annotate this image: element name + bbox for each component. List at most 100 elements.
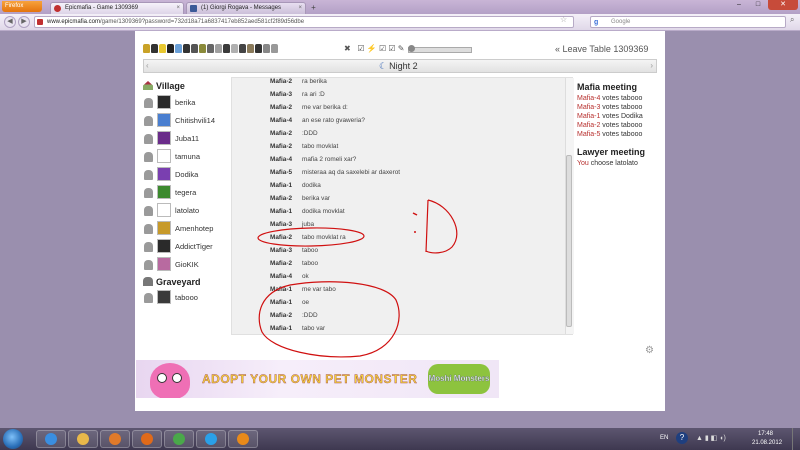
skype-taskbar-button[interactable]	[196, 430, 226, 448]
message-text: oe	[302, 299, 310, 306]
firefox-menu-button[interactable]: Firefox	[2, 1, 42, 12]
checkbox-icon[interactable]: ☑	[388, 44, 395, 53]
tab-facebook-messages[interactable]: (1) Giorgi Rogava - Messages ×	[186, 2, 306, 14]
start-button[interactable]	[3, 429, 23, 449]
voter-name: Mafia-5	[577, 131, 601, 138]
villager-role-icon[interactable]	[215, 44, 222, 53]
star-icon[interactable]	[159, 44, 166, 53]
forward-button[interactable]: ▶	[18, 16, 30, 28]
villager-role-icon[interactable]	[231, 44, 238, 53]
unknown-role-icon	[144, 170, 153, 180]
firefox-taskbar-button[interactable]	[132, 430, 162, 448]
hat-icon[interactable]	[167, 44, 174, 53]
site-identity-icon[interactable]	[37, 19, 43, 25]
avatar[interactable]	[157, 131, 171, 145]
player-name[interactable]: GioKIK	[175, 260, 199, 269]
vote-entry: Mafia-2 votes tabooo	[577, 121, 642, 130]
gear-icon[interactable]: ⚙	[645, 345, 654, 356]
tab-epicmafia[interactable]: Epicmafia - Game 1309369 ×	[50, 2, 184, 14]
player-name[interactable]: tabooo	[175, 293, 198, 302]
close-tab-icon[interactable]: ×	[176, 3, 180, 14]
back-button[interactable]: ◀	[4, 16, 16, 28]
system-tray-icons[interactable]: ▲ ▮ ◧ ◖)	[696, 434, 726, 442]
player-name[interactable]: Amenhotep	[175, 224, 213, 233]
message-author: Mafia-1	[270, 182, 293, 189]
player-name[interactable]: latolato	[175, 206, 199, 215]
soldier-role-icon[interactable]	[199, 44, 206, 53]
chat-message: Mafia-3 juba	[232, 218, 562, 231]
new-tab-button[interactable]: +	[308, 3, 319, 13]
close-tab-icon[interactable]: ×	[298, 3, 302, 14]
avatar[interactable]	[157, 257, 171, 271]
message-text: :DDD	[302, 130, 318, 137]
lawyer-role-icon[interactable]	[247, 44, 254, 53]
chat-message: Mafia-2 taboo	[232, 257, 562, 270]
avatar[interactable]	[157, 149, 171, 163]
avatar[interactable]	[157, 95, 171, 109]
mafia-role-icon[interactable]	[239, 44, 246, 53]
tools-icon[interactable]: ✖	[344, 44, 351, 53]
mafia-role-icon[interactable]	[183, 44, 190, 53]
game-settings-icons: ✖ ☑ ⚡ ☑ ☑ ✎	[344, 44, 405, 53]
chrome-taskbar-button[interactable]	[164, 430, 194, 448]
minimize-button[interactable]: –	[730, 0, 748, 10]
media-player-taskbar-button[interactable]	[100, 430, 130, 448]
leave-table-link[interactable]: « Leave Table 1309369	[555, 44, 648, 54]
player-name[interactable]: Juba11	[175, 134, 199, 143]
message-text: ra berika	[302, 78, 327, 85]
search-magnifier-icon[interactable]: ⌕	[790, 15, 794, 25]
bookmark-star-icon[interactable]: ☆	[560, 15, 567, 24]
help-icon[interactable]: ?	[676, 432, 688, 444]
close-window-button[interactable]: ✕	[768, 0, 798, 10]
clock-time[interactable]: 17:48	[758, 431, 773, 437]
chrome-icon	[173, 433, 185, 445]
avatar[interactable]	[157, 221, 171, 235]
avatar[interactable]	[157, 185, 171, 199]
player-name[interactable]: tamuna	[175, 152, 200, 161]
villager-role-icon[interactable]	[271, 44, 278, 53]
pencil-icon[interactable]: ✎	[398, 44, 405, 53]
language-indicator[interactable]: EN	[660, 435, 668, 441]
player-name[interactable]: tegera	[175, 188, 196, 197]
chat-scrollbar-thumb[interactable]	[566, 155, 572, 327]
search-input[interactable]: g Google	[590, 16, 786, 28]
mafia-role-icon[interactable]	[207, 44, 214, 53]
player-name[interactable]: Chitishvili14	[175, 116, 215, 125]
outlook-taskbar-button[interactable]	[228, 430, 258, 448]
volume-slider-handle[interactable]	[408, 45, 415, 52]
avatar[interactable]	[157, 239, 171, 253]
avatar[interactable]	[157, 167, 171, 181]
mafia-role-icon[interactable]	[151, 44, 158, 53]
voter-name: Mafia-2	[577, 122, 601, 129]
message-author: Mafia-2	[270, 143, 293, 150]
message-author: Mafia-1	[270, 286, 293, 293]
avatar[interactable]	[157, 113, 171, 127]
volume-slider[interactable]	[408, 47, 472, 53]
next-day-button[interactable]: ›	[650, 60, 653, 72]
file-explorer-taskbar-button[interactable]	[68, 430, 98, 448]
previous-day-button[interactable]: ‹	[146, 60, 149, 72]
player-name[interactable]: AddictTiger	[175, 242, 213, 251]
lightning-icon[interactable]: ⚡	[367, 44, 377, 53]
lock-icon[interactable]	[143, 44, 150, 53]
player-name[interactable]: berika	[175, 98, 195, 107]
internet-explorer-taskbar-button[interactable]	[36, 430, 66, 448]
google-icon[interactable]: g	[594, 18, 598, 28]
show-desktop-button[interactable]	[792, 428, 800, 450]
player-name[interactable]: Dodika	[175, 170, 198, 179]
clock-date[interactable]: 21.08.2012	[752, 440, 782, 446]
maximize-button[interactable]: □	[749, 0, 767, 10]
mafia-role-icon[interactable]	[255, 44, 262, 53]
chat-message: Mafia-2:DDD	[232, 309, 562, 322]
chat-log[interactable]: Mafia-2 ra berika Mafia-3 ra ari :D Mafia-2 m…	[231, 77, 573, 335]
villager-role-icon[interactable]	[175, 44, 182, 53]
advertisement-banner[interactable]: ADOPT YOUR OWN PET MONSTER Moshi Monster…	[136, 360, 499, 398]
mafia-role-icon[interactable]	[191, 44, 198, 53]
checkbox-icon[interactable]: ☑	[357, 44, 364, 53]
address-bar[interactable]: www.epicmafia.com/game/1309369?password=…	[34, 16, 574, 28]
checkbox-icon[interactable]: ☑	[379, 44, 386, 53]
avatar[interactable]	[157, 203, 171, 217]
villager-role-icon[interactable]	[263, 44, 270, 53]
mafia-role-icon[interactable]	[223, 44, 230, 53]
avatar[interactable]	[157, 290, 171, 304]
